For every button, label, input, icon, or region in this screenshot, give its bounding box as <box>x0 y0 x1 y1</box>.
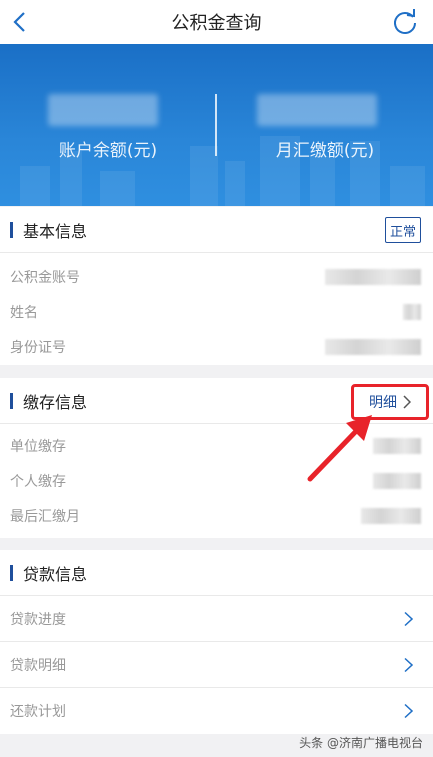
masked-value <box>373 473 421 489</box>
deposit-info-header: 缴存信息 明细 <box>0 378 433 424</box>
detail-label: 明细 <box>369 395 397 411</box>
row-label: 姓名 <box>10 304 38 321</box>
masked-value <box>361 508 421 524</box>
masked-value <box>325 269 421 285</box>
masked-value <box>403 304 421 320</box>
row-label: 公积金账号 <box>10 269 80 286</box>
loan-row-repayment-plan[interactable]: 还款计划 <box>0 688 433 734</box>
balance-value-masked <box>48 94 158 126</box>
chevron-right-icon <box>403 395 411 409</box>
loan-info-section: 贷款信息 贷款进度 贷款明细 还款计划 <box>0 550 433 734</box>
chevron-right-icon <box>404 657 413 672</box>
back-button[interactable] <box>4 6 36 38</box>
deposit-detail-button[interactable]: 明细 <box>351 384 429 420</box>
chevron-left-icon <box>13 12 25 32</box>
balance-block: 账户余额(元) <box>0 44 216 206</box>
row-label: 单位缴存 <box>10 438 66 455</box>
info-row-name: 姓名 <box>0 294 433 329</box>
section-title: 缴存信息 <box>23 392 88 412</box>
watermark: 头条 @济南广播电视台 <box>299 736 423 750</box>
loan-row-progress[interactable]: 贷款进度 <box>0 596 433 642</box>
masked-value <box>325 339 421 355</box>
row-label: 贷款明细 <box>10 657 66 674</box>
loan-row-detail[interactable]: 贷款明细 <box>0 642 433 688</box>
monthly-block: 月汇缴额(元) <box>217 44 433 206</box>
chevron-right-icon <box>404 611 413 626</box>
refresh-icon[interactable] <box>391 8 419 36</box>
deposit-row-last-month: 最后汇缴月 <box>0 498 433 533</box>
chevron-right-icon <box>404 703 413 719</box>
row-label: 还款计划 <box>10 704 66 720</box>
monthly-label: 月汇缴额(元) <box>275 141 375 161</box>
loan-info-header: 贷款信息 <box>0 550 433 596</box>
deposit-row-personal: 个人缴存 <box>0 463 433 498</box>
deposit-info-section: 缴存信息 明细 单位缴存 个人缴存 最后汇缴月 <box>0 378 433 538</box>
basic-info-section: 基本信息 正常 公积金账号 姓名 身份证号 <box>0 207 433 365</box>
basic-info-header: 基本信息 正常 <box>0 207 433 253</box>
page-title: 公积金查询 <box>171 13 262 34</box>
row-label: 最后汇缴月 <box>10 508 80 525</box>
status-badge: 正常 <box>385 217 421 243</box>
masked-value <box>373 438 421 454</box>
info-row-id: 身份证号 <box>0 329 433 364</box>
section-marker <box>10 392 13 409</box>
section-marker <box>10 221 13 238</box>
info-row-account: 公积金账号 <box>0 259 433 294</box>
account-summary-banner: 账户余额(元) 月汇缴额(元) <box>0 44 433 206</box>
row-label: 个人缴存 <box>10 473 66 490</box>
balance-label: 账户余额(元) <box>58 141 158 161</box>
nav-bar: 公积金查询 <box>0 0 433 44</box>
section-title: 基本信息 <box>23 221 88 241</box>
row-label: 身份证号 <box>10 339 66 356</box>
row-label: 贷款进度 <box>10 611 66 628</box>
deposit-row-unit: 单位缴存 <box>0 428 433 463</box>
section-marker <box>10 564 13 581</box>
section-title: 贷款信息 <box>23 564 88 584</box>
monthly-value-masked <box>257 94 377 126</box>
